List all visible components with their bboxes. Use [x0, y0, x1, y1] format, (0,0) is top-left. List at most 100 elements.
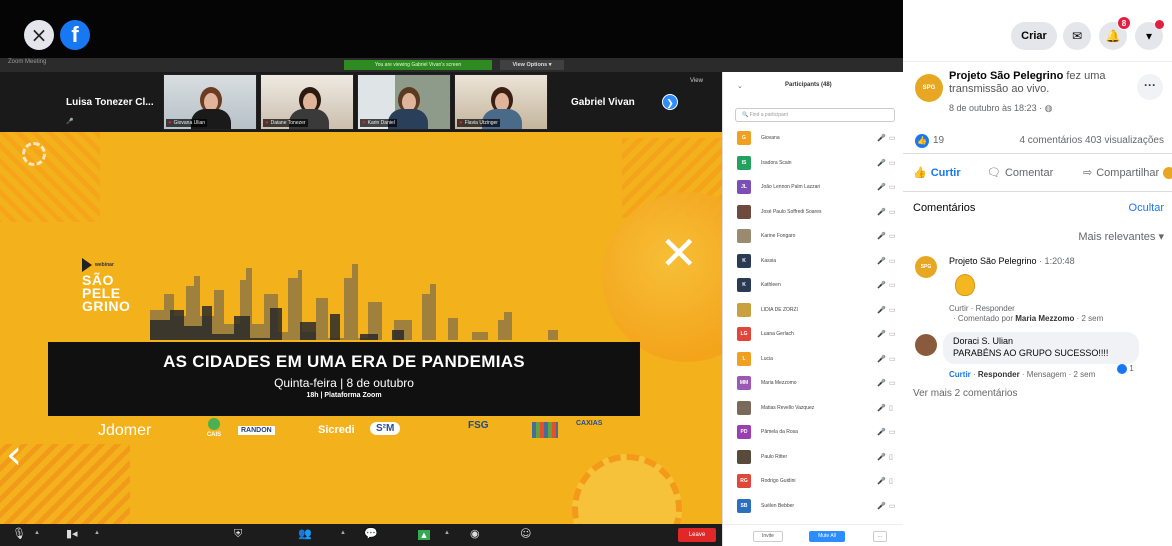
participant-row[interactable]: SB Suélen Bebber 🎤 ▭	[723, 494, 903, 519]
participant-row[interactable]: Paulo Ritter 🎤 ▯	[723, 445, 903, 470]
video-camera-icon[interactable]: ▭	[889, 183, 896, 191]
muted-mic-icon[interactable]: 🎤	[877, 257, 886, 265]
more-options-button[interactable]: ...	[873, 531, 887, 542]
chevron-up-icon[interactable]: ▲	[340, 530, 346, 536]
video-camera-icon[interactable]: ▭	[889, 232, 896, 240]
record-icon[interactable]: ◉	[470, 527, 480, 540]
comment-like-link[interactable]: Curtir	[949, 370, 971, 379]
muted-mic-icon[interactable]: 🎤	[877, 404, 886, 412]
video-camera-off-icon[interactable]: ▯	[889, 404, 893, 412]
participant-row[interactable]: Karine Fongaro 🎤 ▭	[723, 224, 903, 249]
gallery-next-icon[interactable]: ❯	[662, 94, 678, 110]
comment-button[interactable]: 🗨 Comentar	[987, 166, 1053, 180]
muted-mic-icon[interactable]: 🎤	[877, 355, 886, 363]
video-camera-icon[interactable]: ▭	[889, 134, 896, 142]
video-camera-icon[interactable]: ▮◂	[66, 527, 78, 540]
facebook-logo-icon[interactable]: f	[60, 20, 90, 50]
muted-mic-icon[interactable]: 🎤	[877, 477, 886, 485]
participant-row[interactable]: RG Rodrigo Guidini 🎤 ▯	[723, 469, 903, 494]
share-button[interactable]: ⇨Compartilhar▾	[1083, 166, 1172, 179]
page-avatar[interactable]: SPG	[915, 74, 943, 102]
invite-button[interactable]: Invite	[753, 531, 783, 542]
view-options-button[interactable]: View Options ▾	[500, 60, 564, 70]
commenter-avatar[interactable]	[915, 334, 937, 356]
muted-mic-icon[interactable]: 🎤	[877, 379, 886, 387]
video-camera-icon[interactable]: ▭	[889, 330, 896, 338]
like-button[interactable]: 👍 Curtir	[913, 166, 961, 180]
post-timestamp[interactable]: 8 de outubro às 18:23 · ◍	[949, 103, 1052, 114]
comment-actions[interactable]: Curtir · Responder	[949, 304, 1015, 313]
muted-mic-icon[interactable]: 🎤	[877, 330, 886, 338]
participant-video-tile[interactable]: ● Karin Daniel	[357, 74, 451, 130]
page-name-link[interactable]: Projeto São Pelegrino	[949, 70, 1063, 82]
participant-row[interactable]: IS Isadora Scain 🎤 ▭	[723, 151, 903, 176]
commented-by-name[interactable]: Maria Mezzomo	[1015, 314, 1074, 323]
muted-mic-icon[interactable]: 🎤	[877, 134, 886, 142]
microphone-icon[interactable]: 🎙	[12, 527, 26, 540]
video-camera-off-icon[interactable]: ▯	[889, 453, 893, 461]
muted-mic-icon[interactable]: 🎤	[877, 159, 886, 167]
video-camera-icon[interactable]: ▭	[889, 379, 896, 387]
muted-mic-icon[interactable]: 🎤	[877, 232, 886, 240]
create-button[interactable]: Criar	[1011, 22, 1057, 50]
messenger-icon[interactable]: ✉	[1063, 22, 1091, 50]
chevron-up-icon[interactable]: ▲	[94, 530, 100, 536]
chevron-down-icon[interactable]: ⌄	[737, 82, 743, 90]
video-camera-off-icon[interactable]: ▯	[889, 477, 893, 485]
chevron-up-icon[interactable]: ▲	[34, 530, 40, 536]
video-camera-icon[interactable]: ▭	[889, 502, 896, 510]
chat-icon[interactable]: 💬	[364, 527, 378, 540]
like-count[interactable]: 19	[933, 135, 944, 146]
participant-tile-name-only[interactable]: Gabriel Vivan	[565, 72, 655, 132]
participant-row[interactable]: PD Pâmela da Rosa 🎤 ▭	[723, 420, 903, 445]
video-camera-icon[interactable]: ▭	[889, 355, 896, 363]
muted-mic-icon[interactable]: 🎤	[877, 183, 886, 191]
muted-mic-icon[interactable]: 🎤	[877, 281, 886, 289]
commenter-name[interactable]: Doraci S. Ulian	[953, 336, 1013, 346]
participant-row[interactable]: K Kathleen 🎤 ▭	[723, 273, 903, 298]
comments-views-count[interactable]: 4 comentários 403 visualizações	[1019, 135, 1164, 146]
reactions-icon[interactable]: ☺	[520, 527, 531, 540]
participant-row[interactable]: LIDIA DE ZORZI 🎤 ▭	[723, 298, 903, 323]
share-screen-icon[interactable]: ▲	[418, 530, 430, 540]
participant-video-tile[interactable]: ● Flavia Utzinger	[454, 74, 548, 130]
participant-row[interactable]: G Giovana 🎤 ▭	[723, 126, 903, 151]
comment-reply-link[interactable]: Responder	[978, 370, 1020, 379]
muted-mic-icon[interactable]: 🎤	[877, 428, 886, 436]
leave-meeting-button[interactable]: Leave	[678, 528, 716, 542]
live-video-player[interactable]: × f Zoom Meeting You are viewing Gabriel…	[0, 0, 903, 546]
mute-all-button[interactable]: Mute All	[809, 531, 845, 542]
comment-reaction-count[interactable]: 1	[1117, 364, 1134, 374]
post-options-button[interactable]: ···	[1137, 74, 1163, 100]
commenter-name[interactable]: Projeto São Pelegrino	[949, 256, 1037, 266]
muted-mic-icon[interactable]: 🎤	[877, 306, 886, 314]
participant-row[interactable]: JL João Lennon Palm Lazzari 🎤 ▭	[723, 175, 903, 200]
participant-row[interactable]: K Kassia 🎤 ▭	[723, 249, 903, 274]
hide-comments-link[interactable]: Ocultar	[1129, 202, 1164, 214]
participants-icon[interactable]: 👥	[298, 527, 312, 540]
participant-search-input[interactable]: 🔍 Find a participant	[735, 108, 895, 122]
close-icon[interactable]: ×	[24, 20, 54, 50]
comment-video-timestamp[interactable]: · 1:20:48	[1037, 256, 1075, 266]
participant-row[interactable]: MM Maria Mezzomo 🎤 ▭	[723, 371, 903, 396]
video-camera-icon[interactable]: ▭	[889, 257, 896, 265]
video-camera-icon[interactable]: ▭	[889, 306, 896, 314]
muted-mic-icon[interactable]: 🎤	[877, 208, 886, 216]
participant-row[interactable]: José Paulo Soffredi Soares 🎤 ▭	[723, 200, 903, 225]
muted-mic-icon[interactable]: 🎤	[877, 453, 886, 461]
gallery-view-toggle[interactable]: View	[690, 78, 703, 84]
video-camera-icon[interactable]: ▭	[889, 159, 896, 167]
participant-row[interactable]: Matias Revello Vazquez 🎤 ▯	[723, 396, 903, 421]
video-camera-icon[interactable]: ▭	[889, 428, 896, 436]
participant-video-tile[interactable]: ● Daiane Tonezer	[260, 74, 354, 130]
commenter-avatar[interactable]: SPG	[915, 256, 937, 278]
comment-sort-dropdown[interactable]: Mais relevantes ▾	[1078, 230, 1164, 243]
participant-video-tile[interactable]: ● Giovana Ulian	[163, 74, 257, 130]
participant-row[interactable]: L Lucia 🎤 ▭	[723, 347, 903, 372]
participant-row[interactable]: LG Luana Gerlach 🎤 ▭	[723, 322, 903, 347]
view-more-comments-link[interactable]: Ver mais 2 comentários	[913, 388, 1018, 399]
video-camera-icon[interactable]: ▭	[889, 208, 896, 216]
video-camera-icon[interactable]: ▭	[889, 281, 896, 289]
muted-mic-icon[interactable]: 🎤	[877, 502, 886, 510]
participant-tile-name-only[interactable]: Luisa Tonezer Cl...	[40, 72, 160, 132]
